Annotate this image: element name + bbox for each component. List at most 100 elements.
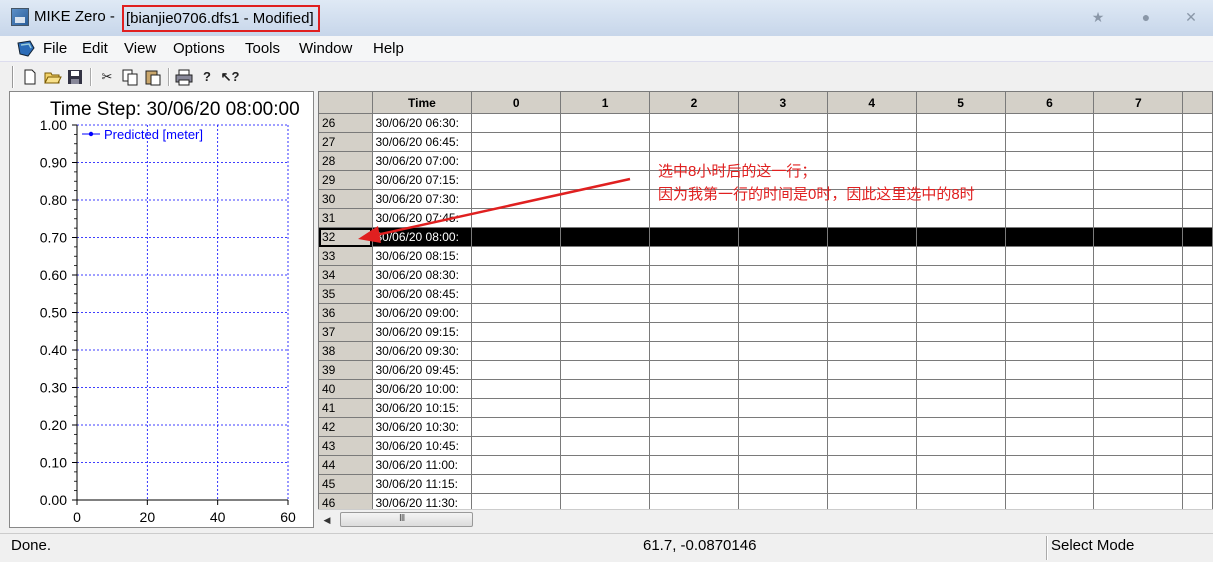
value-cell[interactable] (649, 417, 739, 437)
value-cell[interactable] (560, 246, 651, 266)
value-cell[interactable] (1093, 132, 1184, 152)
value-cell[interactable] (560, 227, 651, 247)
value-cell[interactable] (737, 227, 828, 247)
value-cell[interactable] (649, 303, 739, 323)
value-cell[interactable] (826, 113, 917, 133)
value-cell[interactable] (826, 379, 917, 399)
value-cell[interactable] (1093, 436, 1184, 456)
value-cell[interactable] (471, 303, 562, 323)
value-cell[interactable] (1093, 303, 1184, 323)
value-cell[interactable] (1004, 303, 1095, 323)
value-cell[interactable] (915, 113, 1006, 133)
value-cell[interactable] (915, 284, 1006, 304)
table-row[interactable]: 32 30/06/20 08:00: (318, 227, 1213, 247)
value-cell[interactable] (560, 417, 651, 437)
value-cell[interactable] (1182, 303, 1213, 323)
context-help-icon[interactable]: ↖? (220, 67, 240, 87)
menu-file[interactable]: File (43, 40, 67, 57)
value-cell[interactable] (1182, 132, 1213, 152)
value-cell[interactable] (737, 246, 828, 266)
column-header-2[interactable]: 2 (649, 91, 739, 114)
value-cell[interactable] (1182, 208, 1213, 228)
value-cell[interactable] (1093, 113, 1184, 133)
time-cell[interactable]: 30/06/20 09:15: (371, 322, 473, 342)
value-cell[interactable] (560, 151, 651, 171)
value-cell[interactable] (649, 113, 739, 133)
value-cell[interactable] (1004, 379, 1095, 399)
row-number-cell[interactable]: 41 (318, 398, 373, 418)
value-cell[interactable] (1182, 341, 1213, 361)
table-row[interactable]: 45 30/06/20 11:15: (318, 474, 1213, 494)
table-row[interactable]: 44 30/06/20 11:00: (318, 455, 1213, 475)
value-cell[interactable] (649, 322, 739, 342)
value-cell[interactable] (1093, 379, 1184, 399)
value-cell[interactable] (1004, 246, 1095, 266)
value-cell[interactable] (1182, 474, 1213, 494)
value-cell[interactable] (1182, 227, 1213, 247)
value-cell[interactable] (1004, 265, 1095, 285)
value-cell[interactable] (471, 341, 562, 361)
value-cell[interactable] (471, 436, 562, 456)
value-cell[interactable] (649, 398, 739, 418)
value-cell[interactable] (1093, 265, 1184, 285)
time-cell[interactable]: 30/06/20 07:15: (371, 170, 473, 190)
value-cell[interactable] (471, 189, 562, 209)
column-header-time[interactable]: Time (371, 91, 473, 114)
row-number-cell[interactable]: 35 (318, 284, 373, 304)
menu-help[interactable]: Help (373, 40, 404, 57)
star-icon[interactable]: ★ (1088, 9, 1108, 29)
value-cell[interactable] (737, 341, 828, 361)
column-header-7[interactable]: 7 (1093, 91, 1184, 114)
value-cell[interactable] (826, 208, 917, 228)
table-row[interactable]: 26 30/06/20 06:30: (318, 113, 1213, 133)
row-number-cell[interactable]: 43 (318, 436, 373, 456)
value-cell[interactable] (1004, 132, 1095, 152)
value-cell[interactable] (1093, 246, 1184, 266)
row-number-cell[interactable]: 37 (318, 322, 373, 342)
value-cell[interactable] (560, 455, 651, 475)
row-number-cell[interactable]: 27 (318, 132, 373, 152)
row-number-cell[interactable]: 33 (318, 246, 373, 266)
value-cell[interactable] (737, 132, 828, 152)
table-row[interactable]: 38 30/06/20 09:30: (318, 341, 1213, 361)
value-cell[interactable] (1182, 455, 1213, 475)
value-cell[interactable] (1093, 189, 1184, 209)
copy-icon[interactable] (120, 67, 140, 87)
time-cell[interactable]: 30/06/20 09:00: (371, 303, 473, 323)
horizontal-scrollbar[interactable]: ◀ III (318, 509, 1213, 528)
value-cell[interactable] (471, 227, 562, 247)
time-cell[interactable]: 30/06/20 07:30: (371, 189, 473, 209)
table-row[interactable]: 40 30/06/20 10:00: (318, 379, 1213, 399)
time-cell[interactable]: 30/06/20 09:30: (371, 341, 473, 361)
value-cell[interactable] (471, 208, 562, 228)
table-row[interactable]: 35 30/06/20 08:45: (318, 284, 1213, 304)
value-cell[interactable] (1093, 170, 1184, 190)
value-cell[interactable] (826, 132, 917, 152)
value-cell[interactable] (737, 265, 828, 285)
value-cell[interactable] (1004, 170, 1095, 190)
table-row[interactable]: 31 30/06/20 07:45: (318, 208, 1213, 228)
value-cell[interactable] (649, 265, 739, 285)
value-cell[interactable] (560, 208, 651, 228)
value-cell[interactable] (560, 436, 651, 456)
value-cell[interactable] (826, 474, 917, 494)
value-cell[interactable] (737, 360, 828, 380)
menu-window[interactable]: Window (299, 40, 352, 57)
value-cell[interactable] (1093, 455, 1184, 475)
value-cell[interactable] (915, 360, 1006, 380)
value-cell[interactable] (471, 113, 562, 133)
time-step-chart[interactable]: 0.00 0.10 0.20 0.30 0.40 0.50 0.60 0.70 0.80 0.90… (10, 92, 315, 529)
value-cell[interactable] (915, 474, 1006, 494)
value-cell[interactable] (1182, 379, 1213, 399)
scrollbar-thumb[interactable]: III (340, 512, 473, 527)
value-cell[interactable] (1093, 284, 1184, 304)
value-cell[interactable] (915, 303, 1006, 323)
menu-view[interactable]: View (124, 40, 156, 57)
column-header-0[interactable]: 0 (471, 91, 562, 114)
row-number-cell[interactable]: 39 (318, 360, 373, 380)
value-cell[interactable] (1093, 322, 1184, 342)
cut-icon[interactable]: ✂ (97, 67, 117, 87)
save-icon[interactable] (65, 67, 85, 87)
time-cell[interactable]: 30/06/20 09:45: (371, 360, 473, 380)
row-number-cell[interactable]: 44 (318, 455, 373, 475)
